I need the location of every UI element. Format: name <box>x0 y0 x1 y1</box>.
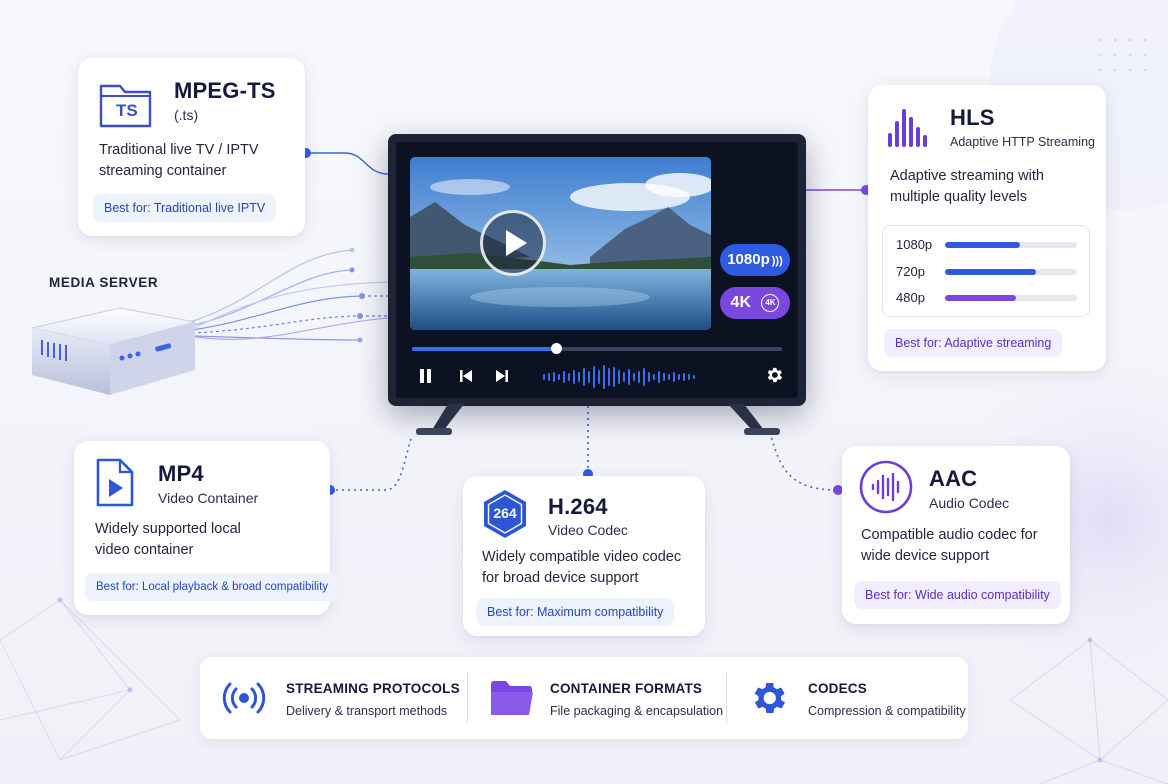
seek-bar-fill <box>412 347 557 351</box>
seek-bar[interactable] <box>412 343 782 354</box>
landscape-image <box>410 157 711 330</box>
mp4-best-for: Best for: Local playback & broad compati… <box>85 573 340 601</box>
media-server <box>30 300 200 400</box>
legend-divider <box>467 673 468 723</box>
legend-subtitle-protocols: Delivery & transport methods <box>286 704 448 718</box>
legend-subtitle-codecs: Compression & compatibility <box>808 704 966 718</box>
aac-subtitle: Audio Codec <box>929 495 1010 511</box>
folder-icon <box>491 681 533 715</box>
gear-icon <box>754 682 785 714</box>
skip-back-icon[interactable] <box>458 368 474 384</box>
quality-label-1080p: 1080p <box>896 237 933 252</box>
mpegts-description: Traditional live TV / IPTV streaming con… <box>99 142 259 179</box>
quality-fill-720p <box>945 269 1037 275</box>
h264-best-for: Best for: Maximum compatibility <box>476 598 675 626</box>
category-legend: STREAMING PROTOCOLS Delivery & transport… <box>200 657 968 739</box>
video-file-icon <box>96 458 134 507</box>
h264-card: 264 H.264 Video Codec Widely compatible … <box>463 476 705 636</box>
mp4-description: Widely supported local video container <box>95 521 241 558</box>
h264-description: Widely compatible video codec for broad … <box>482 549 682 586</box>
aac-best-for: Best for: Wide audio compatibility <box>854 581 1061 609</box>
play-button[interactable] <box>480 210 546 276</box>
play-icon <box>506 230 527 256</box>
quality-track-480p <box>945 295 1077 301</box>
mpegts-extension: (.ts) <box>174 107 199 123</box>
h264-subtitle: Video Codec <box>548 522 628 538</box>
h264-icon-text: 264 <box>493 505 517 521</box>
pause-icon[interactable] <box>419 368 433 384</box>
h264-title: H.264 <box>548 494 608 519</box>
seek-handle[interactable] <box>551 343 563 354</box>
4k-badge[interactable]: 4K 4K <box>720 287 790 319</box>
video-thumbnail[interactable] <box>410 157 711 330</box>
4k-badge-text: 4K <box>730 294 751 311</box>
legend-title-containers: CONTAINER FORMATS <box>550 681 703 696</box>
settings-gear-icon[interactable] <box>764 365 784 385</box>
aac-description: Compatible audio codec for wide device s… <box>861 527 1038 564</box>
stream-icon: ))) <box>771 255 783 267</box>
mpegts-card: TS MPEG-TS (.ts) Traditional live TV / I… <box>78 58 305 236</box>
media-server-label: MEDIA SERVER <box>49 275 159 290</box>
tv-stand <box>416 404 780 435</box>
tv-screen: 1080p))) 4K 4K <box>396 142 798 398</box>
audio-waveform <box>543 365 695 389</box>
quality-track-1080p <box>945 242 1077 248</box>
quality-label-480p: 480p <box>896 290 925 305</box>
hls-best-for: Best for: Adaptive streaming <box>884 329 1063 357</box>
quality-fill-1080p <box>945 242 1021 248</box>
hls-subtitle: Adaptive HTTP Streaming <box>950 135 1095 149</box>
quality-label-720p: 720p <box>896 264 925 279</box>
mpegts-icon-text: TS <box>116 101 138 120</box>
hls-title: HLS <box>950 105 995 130</box>
resolution-badge-text: 1080p <box>727 251 770 268</box>
mp4-title: MP4 <box>158 461 204 486</box>
aac-title: AAC <box>929 466 978 491</box>
4k-circle-icon: 4K <box>761 294 780 312</box>
legend-title-protocols: STREAMING PROTOCOLS <box>286 681 460 696</box>
quality-fill-480p <box>945 295 1017 301</box>
mp4-card: MP4 Video Container Widely supported loc… <box>74 441 340 615</box>
server-icon <box>31 307 196 395</box>
signal-bars-icon <box>888 109 927 147</box>
mp4-subtitle: Video Container <box>158 490 259 506</box>
h264-hexagon-icon: 264 <box>481 488 529 540</box>
hls-card: HLS Adaptive HTTP Streaming Adaptive str… <box>868 85 1106 371</box>
mpegts-title: MPEG-TS <box>174 78 276 103</box>
audio-wave-icon <box>859 460 913 514</box>
legend-subtitle-containers: File packaging & encapsulation <box>550 704 724 718</box>
resolution-badge[interactable]: 1080p))) <box>720 244 790 276</box>
hls-description: Adaptive streaming with multiple quality… <box>890 168 1044 205</box>
mpegts-icon: TS <box>98 78 154 130</box>
tv-monitor: 1080p))) 4K 4K <box>388 134 806 406</box>
mpegts-best-for: Best for: Traditional live IPTV <box>93 194 277 222</box>
broadcast-icon <box>222 682 266 714</box>
quality-levels-panel: 1080p 720p 480p <box>882 225 1090 317</box>
quality-track-720p <box>945 269 1077 275</box>
skip-forward-icon[interactable] <box>494 368 510 384</box>
aac-card: AAC Audio Codec Compatible audio codec f… <box>842 446 1070 624</box>
legend-divider <box>726 673 727 723</box>
legend-title-codecs: CODECS <box>808 681 867 696</box>
